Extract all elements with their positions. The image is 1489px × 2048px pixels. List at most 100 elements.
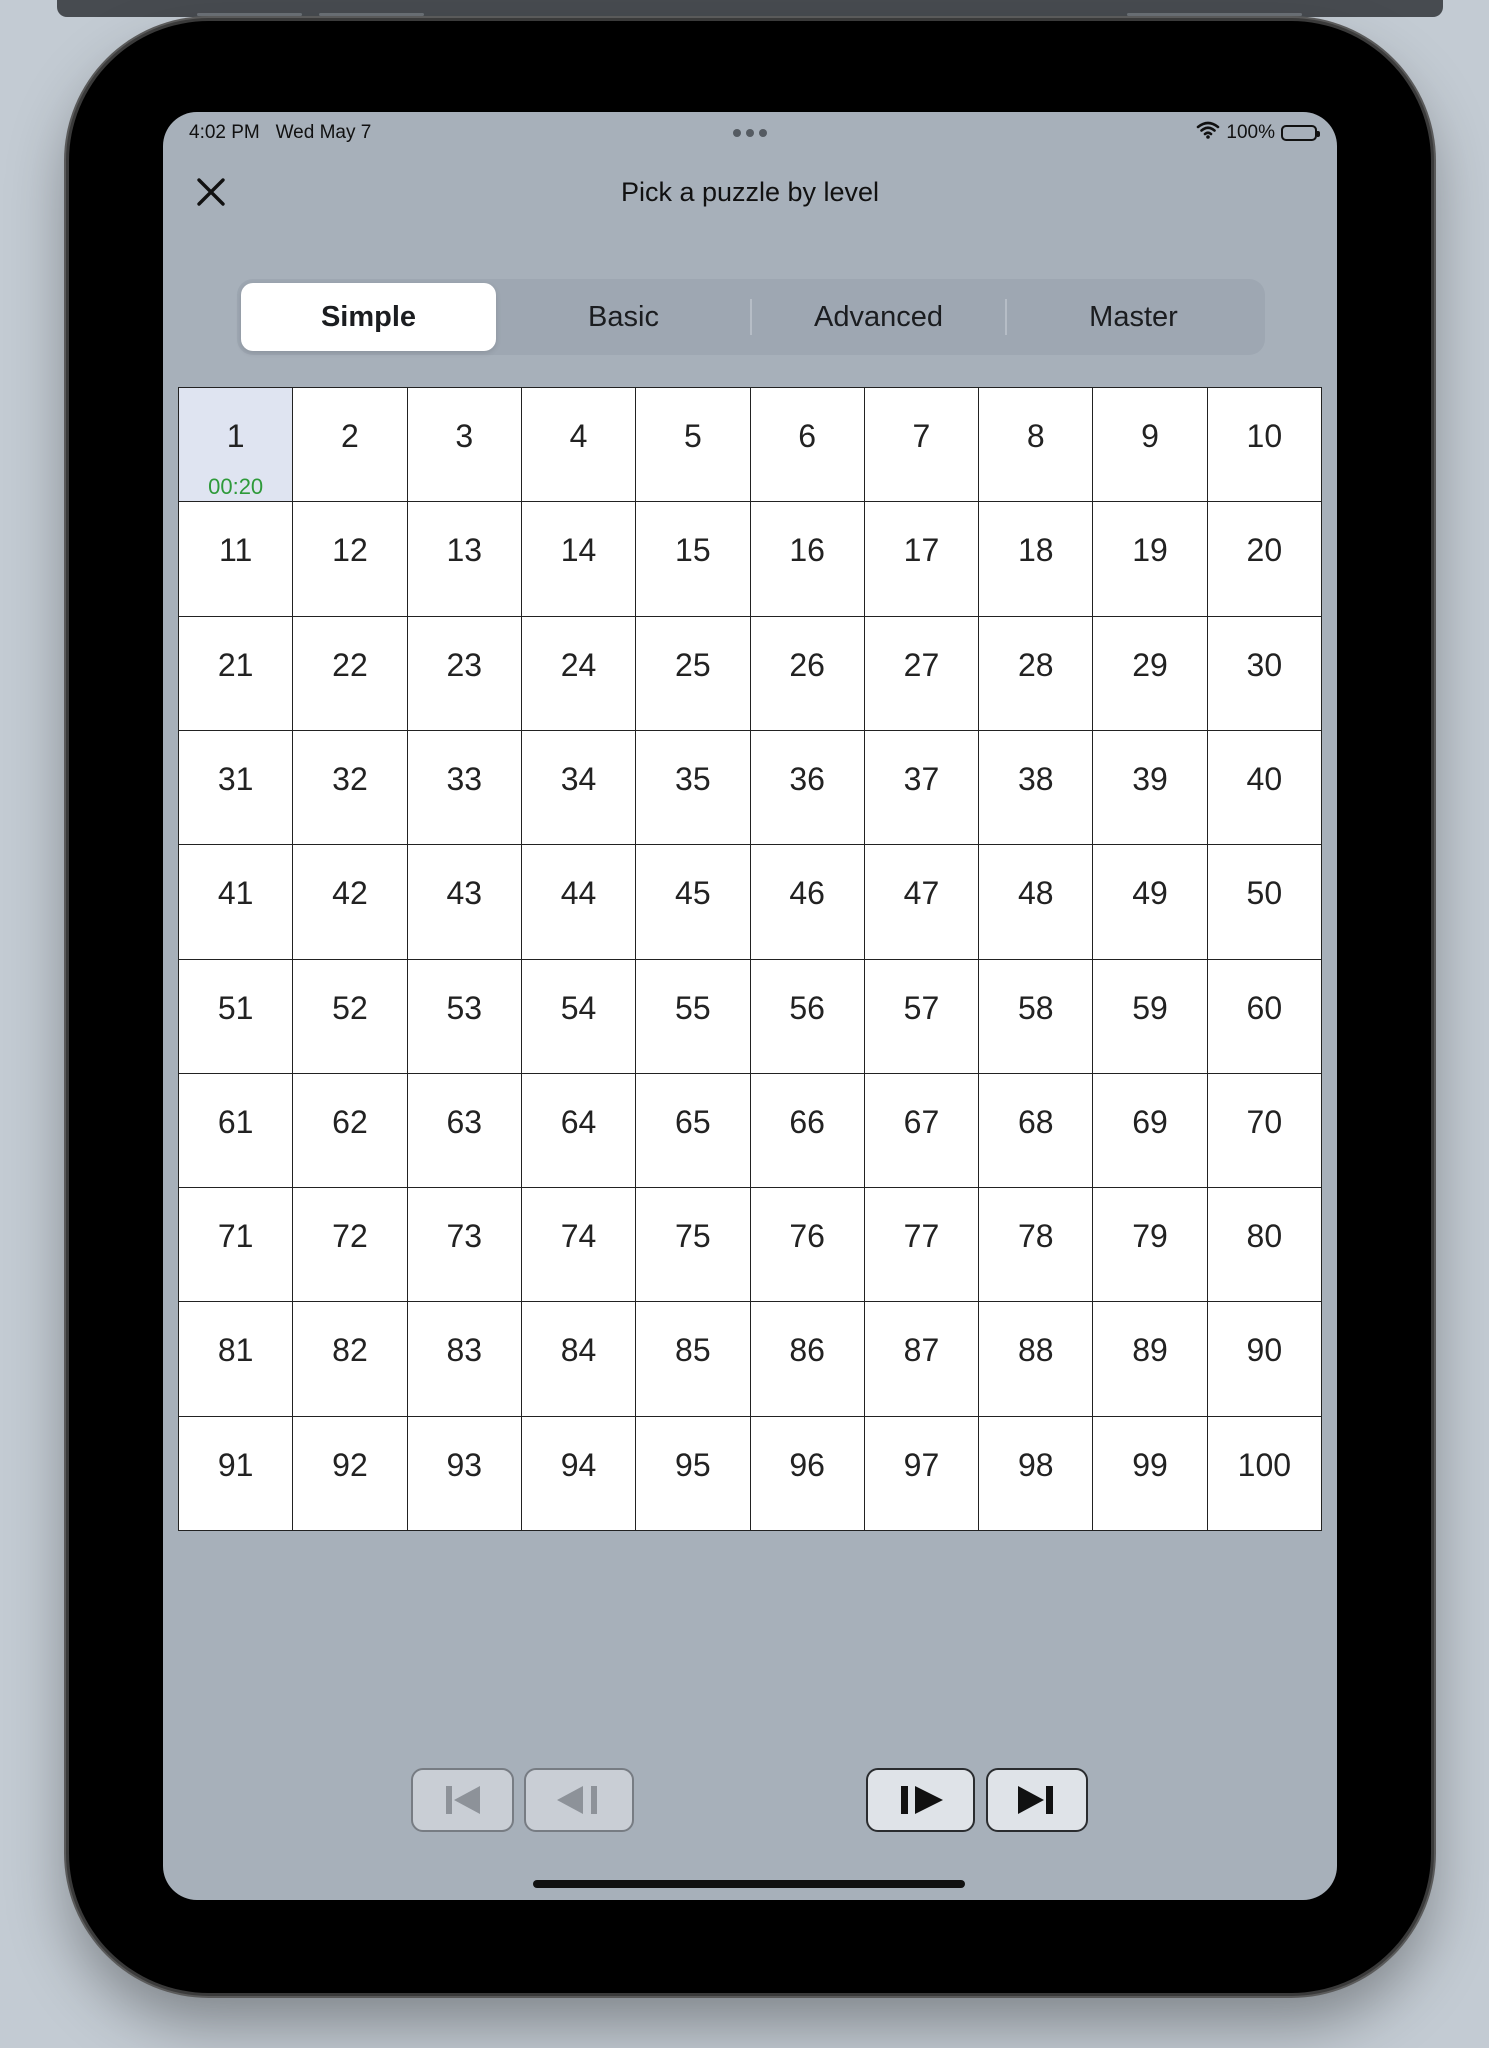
puzzle-cell[interactable]: 81 bbox=[179, 1302, 294, 1417]
puzzle-cell[interactable]: 79 bbox=[1093, 1188, 1208, 1303]
puzzle-cell[interactable]: 68 bbox=[979, 1073, 1094, 1189]
puzzle-cell[interactable]: 59 bbox=[1093, 959, 1208, 1074]
puzzle-cell[interactable]: 23 bbox=[407, 616, 522, 731]
puzzle-cell[interactable]: 50 bbox=[1207, 845, 1322, 960]
puzzle-cell[interactable]: 37 bbox=[864, 730, 980, 846]
puzzle-cell[interactable]: 62 bbox=[293, 1073, 408, 1189]
puzzle-cell[interactable]: 11 bbox=[179, 502, 294, 617]
tab-master[interactable]: Master bbox=[1005, 283, 1261, 351]
puzzle-cell[interactable]: 7 bbox=[864, 388, 980, 503]
puzzle-cell[interactable]: 93 bbox=[407, 1416, 522, 1531]
last-page-button[interactable] bbox=[986, 1768, 1088, 1832]
puzzle-cell[interactable]: 31 bbox=[179, 730, 294, 846]
puzzle-cell[interactable]: 38 bbox=[979, 730, 1094, 846]
puzzle-cell[interactable]: 54 bbox=[521, 959, 637, 1074]
puzzle-cell[interactable]: 60 bbox=[1207, 959, 1322, 1074]
puzzle-cell[interactable]: 52 bbox=[293, 959, 408, 1074]
puzzle-cell[interactable]: 58 bbox=[979, 959, 1094, 1074]
puzzle-cell[interactable]: 44 bbox=[521, 845, 637, 960]
puzzle-cell[interactable]: 25 bbox=[636, 616, 751, 731]
puzzle-cell[interactable]: 1 00:20 bbox=[179, 388, 294, 503]
puzzle-cell[interactable]: 90 bbox=[1207, 1302, 1322, 1417]
puzzle-cell[interactable]: 41 bbox=[179, 845, 294, 960]
puzzle-cell[interactable]: 3 bbox=[407, 388, 522, 503]
tab-simple[interactable]: Simple bbox=[241, 283, 496, 351]
puzzle-cell[interactable]: 20 bbox=[1207, 502, 1322, 617]
puzzle-cell[interactable]: 49 bbox=[1093, 845, 1208, 960]
puzzle-cell[interactable]: 97 bbox=[864, 1416, 980, 1531]
puzzle-cell[interactable]: 70 bbox=[1207, 1073, 1322, 1189]
puzzle-cell[interactable]: 19 bbox=[1093, 502, 1208, 617]
puzzle-cell[interactable]: 53 bbox=[407, 959, 522, 1074]
puzzle-cell[interactable]: 67 bbox=[864, 1073, 980, 1189]
puzzle-cell[interactable]: 96 bbox=[750, 1416, 865, 1531]
puzzle-cell[interactable]: 75 bbox=[636, 1188, 751, 1303]
puzzle-cell[interactable]: 12 bbox=[293, 502, 408, 617]
puzzle-cell[interactable]: 35 bbox=[636, 730, 751, 846]
tab-basic[interactable]: Basic bbox=[496, 283, 751, 351]
puzzle-cell[interactable]: 86 bbox=[750, 1302, 865, 1417]
puzzle-cell[interactable]: 84 bbox=[521, 1302, 637, 1417]
puzzle-cell[interactable]: 14 bbox=[521, 502, 637, 617]
puzzle-cell[interactable]: 29 bbox=[1093, 616, 1208, 731]
puzzle-cell[interactable]: 47 bbox=[864, 845, 980, 960]
puzzle-cell[interactable]: 8 bbox=[979, 388, 1094, 503]
puzzle-cell[interactable]: 99 bbox=[1093, 1416, 1208, 1531]
puzzle-cell[interactable]: 94 bbox=[521, 1416, 637, 1531]
puzzle-cell[interactable]: 36 bbox=[750, 730, 865, 846]
puzzle-cell[interactable]: 57 bbox=[864, 959, 980, 1074]
puzzle-cell[interactable]: 15 bbox=[636, 502, 751, 617]
puzzle-cell[interactable]: 13 bbox=[407, 502, 522, 617]
puzzle-cell[interactable]: 91 bbox=[179, 1416, 294, 1531]
puzzle-cell[interactable]: 63 bbox=[407, 1073, 522, 1189]
puzzle-cell[interactable]: 39 bbox=[1093, 730, 1208, 846]
puzzle-cell[interactable]: 48 bbox=[979, 845, 1094, 960]
puzzle-cell[interactable]: 32 bbox=[293, 730, 408, 846]
first-page-button[interactable] bbox=[411, 1768, 514, 1832]
puzzle-cell[interactable]: 21 bbox=[179, 616, 294, 731]
puzzle-cell[interactable]: 40 bbox=[1207, 730, 1322, 846]
puzzle-cell[interactable]: 2 bbox=[293, 388, 408, 503]
puzzle-cell[interactable]: 78 bbox=[979, 1188, 1094, 1303]
puzzle-cell[interactable]: 55 bbox=[636, 959, 751, 1074]
puzzle-cell[interactable]: 65 bbox=[636, 1073, 751, 1189]
next-page-button[interactable] bbox=[866, 1768, 975, 1832]
puzzle-cell[interactable]: 83 bbox=[407, 1302, 522, 1417]
puzzle-cell[interactable]: 98 bbox=[979, 1416, 1094, 1531]
puzzle-cell[interactable]: 45 bbox=[636, 845, 751, 960]
puzzle-cell[interactable]: 30 bbox=[1207, 616, 1322, 731]
puzzle-cell[interactable]: 87 bbox=[864, 1302, 980, 1417]
puzzle-cell[interactable]: 18 bbox=[979, 502, 1094, 617]
puzzle-cell[interactable]: 92 bbox=[293, 1416, 408, 1531]
puzzle-cell[interactable]: 72 bbox=[293, 1188, 408, 1303]
tab-advanced[interactable]: Advanced bbox=[750, 283, 1006, 351]
puzzle-cell[interactable]: 85 bbox=[636, 1302, 751, 1417]
puzzle-cell[interactable]: 71 bbox=[179, 1188, 294, 1303]
puzzle-cell[interactable]: 82 bbox=[293, 1302, 408, 1417]
puzzle-cell[interactable]: 16 bbox=[750, 502, 865, 617]
puzzle-cell[interactable]: 88 bbox=[979, 1302, 1094, 1417]
puzzle-cell[interactable]: 73 bbox=[407, 1188, 522, 1303]
puzzle-cell[interactable]: 26 bbox=[750, 616, 865, 731]
puzzle-cell[interactable]: 46 bbox=[750, 845, 865, 960]
puzzle-cell[interactable]: 4 bbox=[521, 388, 637, 503]
puzzle-cell[interactable]: 61 bbox=[179, 1073, 294, 1189]
puzzle-cell[interactable]: 64 bbox=[521, 1073, 637, 1189]
puzzle-cell[interactable]: 77 bbox=[864, 1188, 980, 1303]
puzzle-cell[interactable]: 33 bbox=[407, 730, 522, 846]
puzzle-cell[interactable]: 22 bbox=[293, 616, 408, 731]
previous-page-button[interactable] bbox=[524, 1768, 634, 1832]
puzzle-cell[interactable]: 66 bbox=[750, 1073, 865, 1189]
puzzle-cell[interactable]: 100 bbox=[1207, 1416, 1322, 1531]
puzzle-cell[interactable]: 6 bbox=[750, 388, 865, 503]
puzzle-cell[interactable]: 28 bbox=[979, 616, 1094, 731]
puzzle-cell[interactable]: 9 bbox=[1093, 388, 1208, 503]
puzzle-cell[interactable]: 27 bbox=[864, 616, 980, 731]
puzzle-cell[interactable]: 74 bbox=[521, 1188, 637, 1303]
puzzle-cell[interactable]: 10 bbox=[1207, 388, 1322, 503]
multitasking-dots-icon[interactable] bbox=[733, 129, 767, 137]
puzzle-cell[interactable]: 42 bbox=[293, 845, 408, 960]
puzzle-cell[interactable]: 95 bbox=[636, 1416, 751, 1531]
puzzle-cell[interactable]: 51 bbox=[179, 959, 294, 1074]
puzzle-cell[interactable]: 69 bbox=[1093, 1073, 1208, 1189]
